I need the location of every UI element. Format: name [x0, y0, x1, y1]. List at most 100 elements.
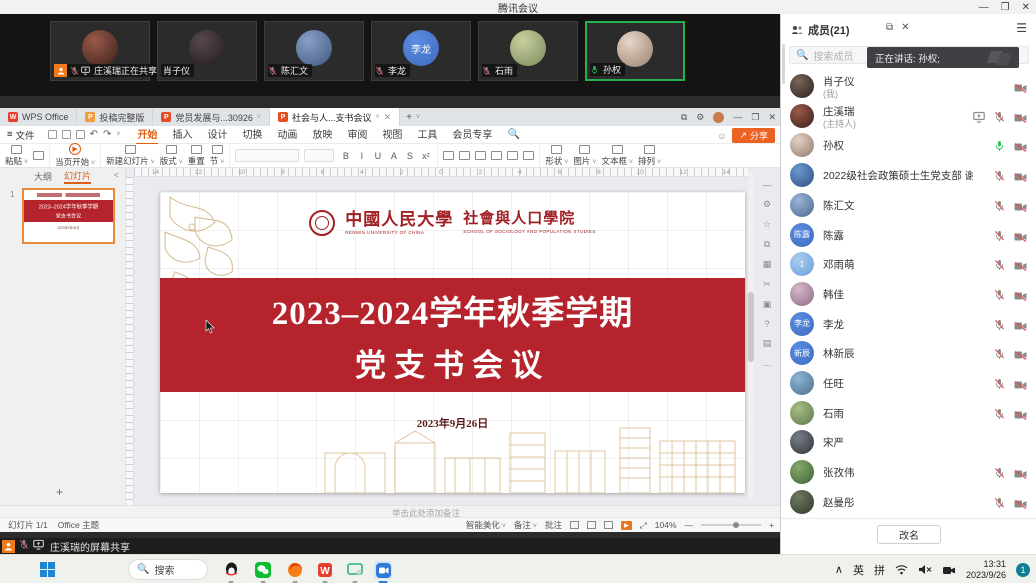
rail-icon-0[interactable]: —: [763, 180, 772, 190]
font-button-A[interactable]: A: [387, 149, 400, 162]
numbering-icon[interactable]: [459, 151, 470, 160]
ribbon-menu-1[interactable]: 插入: [171, 124, 193, 145]
member-camera-icon[interactable]: [1014, 169, 1027, 187]
taskbar-clock[interactable]: 13:312023/9/26: [966, 559, 1006, 580]
notification-badge[interactable]: 1: [1016, 563, 1030, 577]
member-camera-icon[interactable]: [1014, 347, 1027, 365]
member-camera-icon[interactable]: [1014, 496, 1027, 514]
ribbon-menu-8[interactable]: 工具: [416, 124, 438, 145]
taskbar-app-capture[interactable]: [346, 561, 364, 579]
member-camera-icon[interactable]: [1014, 110, 1027, 128]
video-tile[interactable]: 庄溪瑞正在共享: [50, 21, 150, 81]
member-camera-icon[interactable]: [1014, 407, 1027, 425]
beautify-button[interactable]: 智能美化 ˅: [466, 519, 506, 531]
ribbon-menu-3[interactable]: 切换: [241, 124, 263, 145]
video-tile[interactable]: 陈汇文: [264, 21, 364, 81]
ribbon-menu-2[interactable]: 设计: [206, 124, 228, 145]
slideshow-button[interactable]: ▶: [621, 521, 632, 530]
maximize-button[interactable]: ❐: [1001, 2, 1010, 13]
member-list-scrollbar[interactable]: [782, 44, 785, 84]
rail-icon-9[interactable]: …: [763, 358, 772, 368]
minimize-button[interactable]: —: [979, 2, 989, 13]
line-spacing-icon[interactable]: [523, 151, 534, 160]
quick-access-toolbar[interactable]: ↶ ↷ ˅: [42, 129, 127, 140]
taskbar-app-meeting[interactable]: [374, 561, 392, 579]
member-mic-icon[interactable]: [994, 288, 1005, 306]
rail-icon-6[interactable]: ▣: [763, 299, 772, 310]
quickbar-caret-icon[interactable]: ˅: [116, 131, 120, 138]
ime-language[interactable]: 英: [853, 562, 864, 578]
font-button-U[interactable]: U: [371, 149, 384, 162]
member-mic-icon[interactable]: [994, 496, 1005, 514]
ribbon-search-icon[interactable]: 🔍: [507, 129, 519, 140]
rail-icon-3[interactable]: ⧉: [764, 239, 770, 250]
taskbar-search[interactable]: 🔍 搜索: [128, 559, 208, 580]
ribbon-menu-4[interactable]: 动画: [276, 124, 298, 145]
notes-bar[interactable]: 单击此处添加备注: [0, 505, 780, 517]
align-left-icon[interactable]: [475, 151, 486, 160]
member-row[interactable]: 肖子仪 (我): [781, 72, 1036, 101]
video-tile[interactable]: 石雨: [478, 21, 578, 81]
cut-icon[interactable]: [33, 151, 44, 160]
popout-icon[interactable]: ⧉: [886, 22, 893, 33]
ime-mode[interactable]: 拼: [874, 562, 885, 578]
member-camera-icon[interactable]: [1014, 80, 1027, 98]
member-row[interactable]: 宋严: [781, 428, 1036, 457]
settings-gear-icon[interactable]: ⚙: [696, 112, 704, 123]
notes-toggle[interactable]: 备注 ˅: [514, 519, 537, 531]
arrange-button[interactable]: 排列 ˅: [638, 145, 661, 167]
print-icon[interactable]: [62, 130, 71, 139]
section-button[interactable]: 节 ˅: [210, 145, 225, 167]
member-row[interactable]: 1 邓雨萌: [781, 250, 1036, 279]
video-tile[interactable]: 孙权: [585, 21, 685, 81]
member-mic-icon[interactable]: [994, 139, 1005, 157]
member-mic-icon[interactable]: [994, 377, 1005, 395]
font-family-select[interactable]: [235, 149, 299, 162]
taskbar-app-wechat[interactable]: [254, 561, 272, 579]
split-view-icon[interactable]: ⧉: [681, 112, 687, 123]
rail-icon-8[interactable]: ▤: [763, 338, 772, 349]
zoom-slider[interactable]: [701, 524, 761, 526]
member-row[interactable]: 石雨: [781, 399, 1036, 428]
zoom-out-button[interactable]: —: [685, 520, 694, 530]
wps-close-button[interactable]: ✕: [768, 112, 776, 123]
member-row[interactable]: 陈露 陈露: [781, 221, 1036, 250]
shapes-button[interactable]: 形状 ˅: [545, 145, 568, 167]
rename-button[interactable]: 改名: [877, 525, 941, 544]
panel-close-icon[interactable]: ✕: [901, 22, 909, 33]
ribbon-menu-6[interactable]: 审阅: [346, 124, 368, 145]
volume-muted-icon[interactable]: [918, 564, 932, 575]
member-mic-icon[interactable]: [994, 318, 1005, 336]
member-row[interactable]: 2022级社会政策硕士生党支部 谢家彬: [781, 161, 1036, 190]
member-camera-icon[interactable]: [1014, 288, 1027, 306]
rail-icon-5[interactable]: ✂: [763, 279, 771, 290]
undo-icon[interactable]: ↶: [90, 129, 98, 140]
ribbon-menu-5[interactable]: 放映: [311, 124, 333, 145]
align-center-icon[interactable]: [491, 151, 502, 160]
sorter-view-icon[interactable]: [587, 521, 596, 529]
fit-icon[interactable]: ⤢: [640, 520, 647, 531]
save-icon[interactable]: [48, 130, 57, 139]
align-right-icon[interactable]: [507, 151, 518, 160]
play-from-current-button[interactable]: ▶ 当页开始 ˅: [55, 143, 95, 168]
zoom-level[interactable]: 104%: [655, 520, 677, 530]
redo-icon[interactable]: ↷: [103, 129, 111, 140]
file-menu[interactable]: ≡ 文件: [0, 128, 42, 142]
member-mic-icon[interactable]: [994, 169, 1005, 187]
panel-menu-icon[interactable]: ☰: [1016, 21, 1027, 35]
reading-view-icon[interactable]: [604, 521, 613, 529]
slide-thumbnail[interactable]: 2023–2024学年秋季学期 党支书会议 2023年9月26日: [22, 188, 115, 244]
rail-icon-2[interactable]: ☆: [763, 219, 771, 230]
font-button-B[interactable]: B: [339, 149, 352, 162]
member-mic-icon[interactable]: [994, 466, 1005, 484]
tab-outline[interactable]: 大纲: [34, 170, 52, 183]
bullets-icon[interactable]: [443, 151, 454, 160]
member-camera-icon[interactable]: [1014, 229, 1027, 247]
member-mic-icon[interactable]: [994, 199, 1005, 217]
member-camera-icon[interactable]: [1014, 199, 1027, 217]
taskbar-app-wps[interactable]: W: [316, 561, 334, 579]
zoom-in-button[interactable]: +: [769, 520, 774, 530]
rail-icon-7[interactable]: ?: [764, 319, 769, 329]
member-camera-icon[interactable]: [1014, 258, 1027, 276]
wps-restore-button[interactable]: ❐: [751, 112, 759, 123]
